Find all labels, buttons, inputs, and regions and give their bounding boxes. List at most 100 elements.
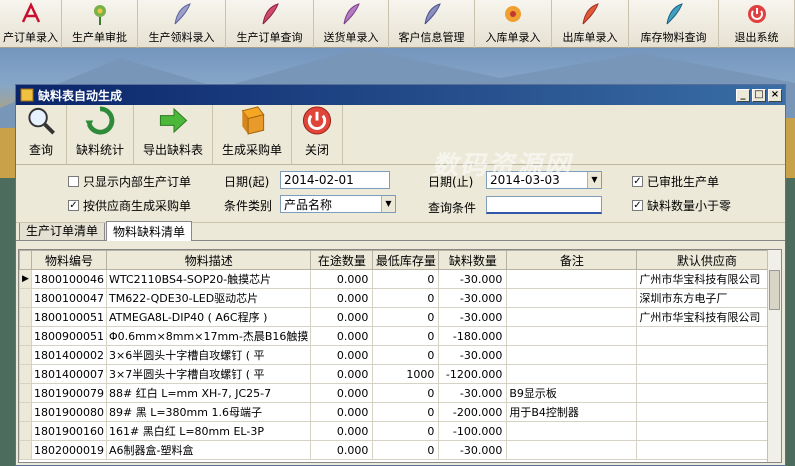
table-cell[interactable] xyxy=(636,345,778,365)
main-toolbar-item-stock-out[interactable]: 出库单录入 xyxy=(552,0,629,48)
table-cell[interactable]: 0 xyxy=(372,421,440,441)
table-cell[interactable]: 广州市华宝科技有限公司 xyxy=(636,307,778,327)
table-cell[interactable]: 1801900079 xyxy=(31,383,107,403)
table-row[interactable]: 1802000019 A6制器盒-塑料盒 0.000 0 -30.000 xyxy=(19,440,778,460)
table-cell[interactable]: 1800900051 xyxy=(31,326,107,346)
column-header[interactable]: 物料编号 xyxy=(31,250,107,270)
category-select[interactable]: 产品名称 ▼ xyxy=(280,195,396,213)
table-cell[interactable]: 0 xyxy=(372,345,440,365)
table-cell[interactable] xyxy=(506,440,638,460)
table-cell[interactable]: 0 xyxy=(372,402,440,422)
main-toolbar-item-exit[interactable]: 退出系统 xyxy=(719,0,795,48)
scrollbar-thumb[interactable] xyxy=(769,270,780,310)
table-cell[interactable]: -1200.000 xyxy=(438,364,508,384)
table-row[interactable]: 1800900051 Φ0.6mm×8mm×17mm-杰晨B16触摸 0.000 0-… xyxy=(19,326,778,346)
table-cell[interactable]: 0 xyxy=(372,383,440,403)
table-cell[interactable]: ATMEGA8L-DIP40 ( A6C程序 ) xyxy=(105,307,312,327)
table-row[interactable]: ▶ 1800100046 WTC2110BS4-SOP20-触摸芯片 0.000 0 -3… xyxy=(19,269,778,289)
table-cell[interactable] xyxy=(506,345,638,365)
approved-checkbox[interactable]: ✓ 已审批生产单 xyxy=(632,173,719,190)
main-toolbar-item-inventory-query[interactable]: 库存物料查询 xyxy=(629,0,719,48)
table-cell[interactable]: -30.000 xyxy=(438,269,508,289)
table-cell[interactable]: -200.000 xyxy=(438,402,508,422)
table-cell[interactable]: WTC2110BS4-SOP20-触摸芯片 xyxy=(105,269,312,289)
table-cell[interactable]: 0.000 xyxy=(310,364,374,384)
table-row[interactable]: 1801400002 3×6半圆头十字槽自攻螺钉 ( 平 0.000 0 -30.000 xyxy=(19,345,778,365)
main-toolbar-item-customer[interactable]: 客户信息管理 xyxy=(389,0,475,48)
column-header[interactable]: 默认供应商 xyxy=(636,250,778,270)
table-cell[interactable]: TM622-QDE30-LED驱动芯片 xyxy=(105,288,312,308)
table-cell[interactable] xyxy=(636,326,778,346)
table-cell[interactable] xyxy=(506,307,638,327)
minimize-button[interactable]: _ xyxy=(736,88,750,102)
table-cell[interactable]: 深圳市东方电子厂 xyxy=(636,288,778,308)
table-cell[interactable]: 3×7半圆头十字槽自攻螺钉 ( 平 xyxy=(105,364,312,384)
table-row[interactable]: 1801900080 89# 黑 L=380mm 1.6母端子 0.000 0 -200… xyxy=(19,402,778,422)
table-cell[interactable]: Φ0.6mm×8mm×17mm-杰晨B16触摸 xyxy=(105,326,312,346)
table-cell[interactable] xyxy=(506,364,638,384)
table-cell[interactable]: 0.000 xyxy=(310,402,374,422)
table-cell[interactable]: 0 xyxy=(372,288,440,308)
date-from-field[interactable]: 2014-02-01 xyxy=(280,171,390,189)
column-header[interactable]: 最低库存量 xyxy=(372,250,440,270)
main-toolbar-item-material-issue[interactable]: 生产领料录入 xyxy=(138,0,226,48)
table-cell[interactable]: 1800100047 xyxy=(31,288,107,308)
table-row[interactable]: 1801400007 3×7半圆头十字槽自攻螺钉 ( 平 0.000 1000 -120… xyxy=(19,364,778,384)
shortage-lt-zero-checkbox[interactable]: ✓ 缺料数量小于零 xyxy=(632,197,731,214)
tab-production-orders[interactable]: 生产订单清单 xyxy=(19,220,106,240)
table-cell[interactable]: 0.000 xyxy=(310,269,374,289)
table-cell[interactable]: 161# 黑白红 L=80mm EL-3P xyxy=(105,421,312,441)
shortage-stats-button[interactable]: 缺料统计 xyxy=(67,105,135,164)
table-cell[interactable] xyxy=(636,402,778,422)
table-cell[interactable]: -30.000 xyxy=(438,440,508,460)
table-cell[interactable]: 0.000 xyxy=(310,440,374,460)
maximize-button[interactable]: □ xyxy=(752,88,766,102)
table-cell[interactable]: 用于B4控制器 xyxy=(506,402,638,422)
table-cell[interactable]: 1800100046 xyxy=(31,269,107,289)
main-toolbar-item-order-query[interactable]: 生产订单查询 xyxy=(226,0,314,48)
main-toolbar-item-stock-in[interactable]: 入库单录入 xyxy=(475,0,552,48)
table-row[interactable]: 1801900079 88# 红白 L=mm XH-7, JC25-7 0.000 0… xyxy=(19,383,778,403)
table-cell[interactable]: A6制器盒-塑料盒 xyxy=(105,440,312,460)
table-cell[interactable]: -30.000 xyxy=(438,345,508,365)
table-cell[interactable]: 0 xyxy=(372,326,440,346)
table-row[interactable]: 1800100051 ATMEGA8L-DIP40 ( A6C程序 ) 0.000 0… xyxy=(19,307,778,327)
table-cell[interactable]: 0 xyxy=(372,307,440,327)
window-titlebar[interactable]: 缺料表自动生成 _ □ × xyxy=(16,85,785,105)
table-cell[interactable] xyxy=(636,364,778,384)
column-header[interactable]: 物料描述 xyxy=(105,250,312,270)
table-cell[interactable]: -180.000 xyxy=(438,326,508,346)
table-cell[interactable]: 89# 黑 L=380mm 1.6母端子 xyxy=(105,402,312,422)
table-cell[interactable]: 1801900080 xyxy=(31,402,107,422)
table-cell[interactable]: 1801900160 xyxy=(31,421,107,441)
close-button[interactable]: × xyxy=(768,88,782,102)
table-cell[interactable] xyxy=(636,383,778,403)
export-shortage-button[interactable]: 导出缺料表 xyxy=(134,105,214,164)
table-cell[interactable]: 1802000019 xyxy=(31,440,107,460)
main-toolbar-item-order-entry[interactable]: 产订单录入 xyxy=(0,0,62,48)
table-cell[interactable]: 0 xyxy=(372,440,440,460)
table-cell[interactable]: 0.000 xyxy=(310,383,374,403)
tab-material-shortage[interactable]: 物料缺料清单 xyxy=(106,221,193,241)
table-cell[interactable] xyxy=(636,440,778,460)
table-cell[interactable] xyxy=(636,421,778,441)
table-cell[interactable] xyxy=(506,326,638,346)
table-cell[interactable]: -100.000 xyxy=(438,421,508,441)
condition-input[interactable] xyxy=(486,196,602,214)
table-cell[interactable]: -30.000 xyxy=(438,307,508,327)
table-row[interactable]: 1800100047 TM622-QDE30-LED驱动芯片 0.000 0 -30.0… xyxy=(19,288,778,308)
table-cell[interactable]: 88# 红白 L=mm XH-7, JC25-7 xyxy=(105,383,312,403)
table-cell[interactable]: 1000 xyxy=(372,364,440,384)
vertical-scrollbar[interactable] xyxy=(767,250,781,462)
table-cell[interactable]: -30.000 xyxy=(438,383,508,403)
table-cell[interactable]: B9显示板 xyxy=(506,383,638,403)
column-header[interactable]: 在途数量 xyxy=(310,250,374,270)
table-cell[interactable]: 3×6半圆头十字槽自攻螺钉 ( 平 xyxy=(105,345,312,365)
close-window-button[interactable]: 关闭 xyxy=(292,105,344,164)
table-cell[interactable]: 1801400002 xyxy=(31,345,107,365)
table-cell[interactable] xyxy=(506,269,638,289)
table-cell[interactable] xyxy=(506,421,638,441)
table-cell[interactable]: 0.000 xyxy=(310,288,374,308)
table-cell[interactable]: 0.000 xyxy=(310,345,374,365)
table-cell[interactable]: 1801400007 xyxy=(31,364,107,384)
